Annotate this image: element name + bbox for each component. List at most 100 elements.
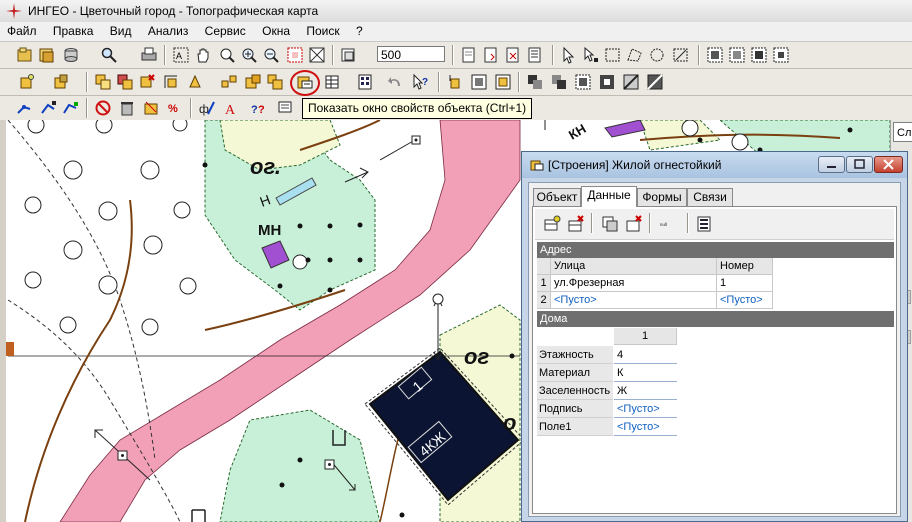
field-value-floors[interactable]: 4 bbox=[614, 346, 677, 364]
object-style-icon[interactable] bbox=[52, 73, 70, 91]
menu-analysis[interactable]: Анализ bbox=[141, 22, 195, 38]
label-icon[interactable]: A bbox=[222, 99, 240, 118]
field-label-field1: Поле1 bbox=[537, 418, 613, 436]
measure-icon[interactable] bbox=[16, 99, 34, 117]
tab-links[interactable]: Связи bbox=[687, 188, 733, 206]
zoom-in-icon[interactable] bbox=[240, 46, 258, 64]
fill-icon[interactable] bbox=[646, 73, 664, 91]
edit-shape-icon[interactable] bbox=[162, 73, 180, 91]
number-cell[interactable]: <Пусто> bbox=[717, 292, 773, 309]
dialog-title-bar[interactable]: [Строения] Жилой огнестойкий bbox=[522, 152, 907, 178]
open-map-icon[interactable] bbox=[16, 46, 34, 64]
left-ruler bbox=[0, 120, 6, 522]
hand-pan-icon[interactable] bbox=[194, 46, 212, 64]
scale-icon[interactable] bbox=[340, 46, 358, 64]
field-value-material[interactable]: К bbox=[614, 364, 677, 382]
union-icon[interactable] bbox=[266, 73, 284, 91]
data-grid-icon[interactable] bbox=[356, 73, 374, 91]
grid-clear-icon[interactable] bbox=[772, 46, 790, 64]
forbid-icon[interactable] bbox=[94, 99, 112, 117]
doc-new-icon[interactable] bbox=[460, 46, 478, 64]
search-icon[interactable] bbox=[100, 46, 118, 64]
zoom-window-icon[interactable] bbox=[218, 46, 236, 64]
split-icon[interactable] bbox=[220, 73, 238, 91]
copy-object-icon[interactable] bbox=[94, 73, 112, 91]
zoom-all-icon[interactable] bbox=[308, 46, 326, 64]
text-style-icon[interactable]: ф bbox=[198, 99, 216, 117]
maximize-button[interactable] bbox=[846, 156, 873, 173]
null-value-icon[interactable]: null bbox=[659, 215, 685, 233]
svg-text:A: A bbox=[225, 103, 236, 117]
menu-file[interactable]: Файл bbox=[0, 22, 43, 38]
grid-invert-icon[interactable] bbox=[750, 46, 768, 64]
point-icon[interactable] bbox=[446, 73, 464, 91]
table-view-icon[interactable] bbox=[324, 73, 342, 91]
delete-record-icon[interactable] bbox=[567, 215, 585, 233]
clear-record-icon[interactable] bbox=[625, 215, 643, 233]
overlay-a-icon[interactable] bbox=[526, 73, 544, 91]
field-value-occupancy[interactable]: Ж bbox=[614, 382, 677, 400]
minimize-button[interactable] bbox=[818, 156, 845, 173]
tab-data[interactable]: Данные bbox=[581, 186, 637, 207]
zoom-scale-input[interactable]: 500 bbox=[377, 46, 445, 62]
trash-icon[interactable] bbox=[118, 99, 136, 117]
menu-edit[interactable]: Правка bbox=[46, 22, 100, 38]
measure-area-icon[interactable] bbox=[40, 99, 58, 117]
route-icon[interactable] bbox=[62, 99, 80, 117]
select-poly-icon[interactable] bbox=[626, 46, 644, 64]
database-icon[interactable] bbox=[62, 46, 80, 64]
number-cell[interactable]: 1 bbox=[717, 275, 773, 292]
delete-object-icon[interactable] bbox=[138, 73, 156, 91]
query-icon[interactable]: ?? bbox=[250, 99, 268, 117]
hatch-icon[interactable] bbox=[622, 73, 640, 91]
merge-icon[interactable] bbox=[244, 73, 262, 91]
overlay-d-icon[interactable] bbox=[598, 73, 616, 91]
frame-icon[interactable] bbox=[470, 73, 488, 91]
doc-delete-icon[interactable] bbox=[504, 46, 522, 64]
help-cursor-icon[interactable]: ? bbox=[412, 73, 430, 91]
printer-icon[interactable] bbox=[140, 46, 158, 64]
filter-red-icon[interactable]: % bbox=[166, 99, 184, 117]
select-circle-icon[interactable] bbox=[648, 46, 666, 64]
zoom-out-icon[interactable] bbox=[262, 46, 280, 64]
overlay-c-icon[interactable] bbox=[574, 73, 592, 91]
close-button[interactable] bbox=[874, 156, 903, 173]
field-value-caption[interactable]: <Пусто> bbox=[614, 400, 677, 418]
new-object-icon[interactable] bbox=[18, 73, 36, 91]
select-arrow-icon[interactable] bbox=[560, 46, 578, 64]
menu-service[interactable]: Сервис bbox=[198, 22, 252, 38]
clean-icon[interactable] bbox=[142, 99, 160, 117]
column-header-number: Номер bbox=[717, 258, 773, 275]
doc-list-icon[interactable] bbox=[526, 46, 544, 64]
menu-windows[interactable]: Окна bbox=[255, 22, 296, 38]
undo-icon[interactable] bbox=[386, 73, 404, 91]
rotate-icon[interactable] bbox=[186, 73, 204, 91]
tab-object[interactable]: Объект bbox=[533, 188, 581, 206]
field-value-field1[interactable]: <Пусто> bbox=[614, 418, 677, 436]
field-label-material: Материал bbox=[537, 364, 613, 382]
side-panel-tab[interactable]: Сл bbox=[893, 122, 912, 142]
select-line-icon[interactable] bbox=[672, 46, 690, 64]
select-node-icon[interactable] bbox=[582, 46, 600, 64]
copy-record-icon[interactable] bbox=[601, 215, 619, 233]
overlay-b-icon[interactable] bbox=[550, 73, 568, 91]
layers-icon[interactable] bbox=[38, 46, 56, 64]
info-icon[interactable] bbox=[276, 99, 294, 117]
doc-add-icon[interactable] bbox=[482, 46, 500, 64]
menu-search[interactable]: Поиск bbox=[299, 22, 345, 38]
menu-help[interactable]: ? bbox=[349, 22, 369, 38]
grid-unselect-icon[interactable] bbox=[728, 46, 746, 64]
street-cell[interactable]: <Пусто> bbox=[551, 292, 717, 309]
add-record-icon[interactable] bbox=[543, 215, 561, 233]
select-rect-icon[interactable] bbox=[604, 46, 622, 64]
tab-forms[interactable]: Формы bbox=[637, 188, 687, 206]
street-cell[interactable]: ул.Фрезерная bbox=[551, 275, 717, 292]
zoom-extent-icon[interactable]: A bbox=[172, 46, 190, 64]
dialog-icon bbox=[530, 160, 544, 171]
menu-view[interactable]: Вид bbox=[103, 22, 138, 38]
record-list-icon[interactable] bbox=[695, 215, 713, 233]
frame-cut-icon[interactable] bbox=[494, 73, 512, 91]
grid-select-icon[interactable] bbox=[706, 46, 724, 64]
move-object-icon[interactable] bbox=[116, 73, 134, 91]
zoom-rect-icon[interactable] bbox=[286, 46, 304, 64]
